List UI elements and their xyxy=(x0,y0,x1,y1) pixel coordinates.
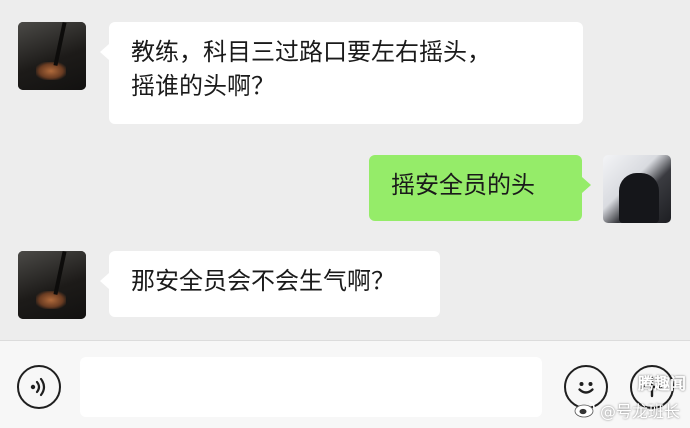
bubble-tail xyxy=(100,273,109,289)
input-bar: @号龙班长 腾趣闻 xyxy=(0,340,690,428)
message-text: 摇安全员的头 xyxy=(391,171,535,199)
watermark-brand: 腾趣闻 xyxy=(638,370,686,394)
watermark-handle: @号龙班长 xyxy=(599,402,680,421)
message-bubble-sent[interactable]: 摇安全员的头 xyxy=(369,155,582,221)
voice-icon[interactable] xyxy=(17,365,61,409)
bubble-tail xyxy=(100,44,109,60)
message-bubble-received[interactable]: 那安全员会不会生气啊？ xyxy=(109,251,440,317)
self-avatar[interactable] xyxy=(603,155,671,223)
message-bubble-received[interactable]: 教练，科目三过路口要左右摇头， 摇谁的头啊？ xyxy=(109,22,583,124)
contact-avatar[interactable] xyxy=(18,251,86,319)
watermark-brand-text: 腾趣闻 xyxy=(637,374,686,393)
bubble-tail xyxy=(582,177,591,193)
chat-area: 教练，科目三过路口要左右摇头， 摇谁的头啊？ 摇安全员的头 那安全员会不会生气啊… xyxy=(0,0,690,340)
message-text: 教练，科目三过路口要左右摇头， xyxy=(131,38,491,66)
contact-avatar[interactable] xyxy=(18,22,86,90)
watermark: @号龙班长 xyxy=(574,398,680,422)
weibo-logo-icon xyxy=(574,400,596,422)
message-text: 那安全员会不会生气啊？ xyxy=(131,267,395,295)
message-input[interactable] xyxy=(80,357,542,417)
message-text: 摇谁的头啊？ xyxy=(131,72,275,100)
